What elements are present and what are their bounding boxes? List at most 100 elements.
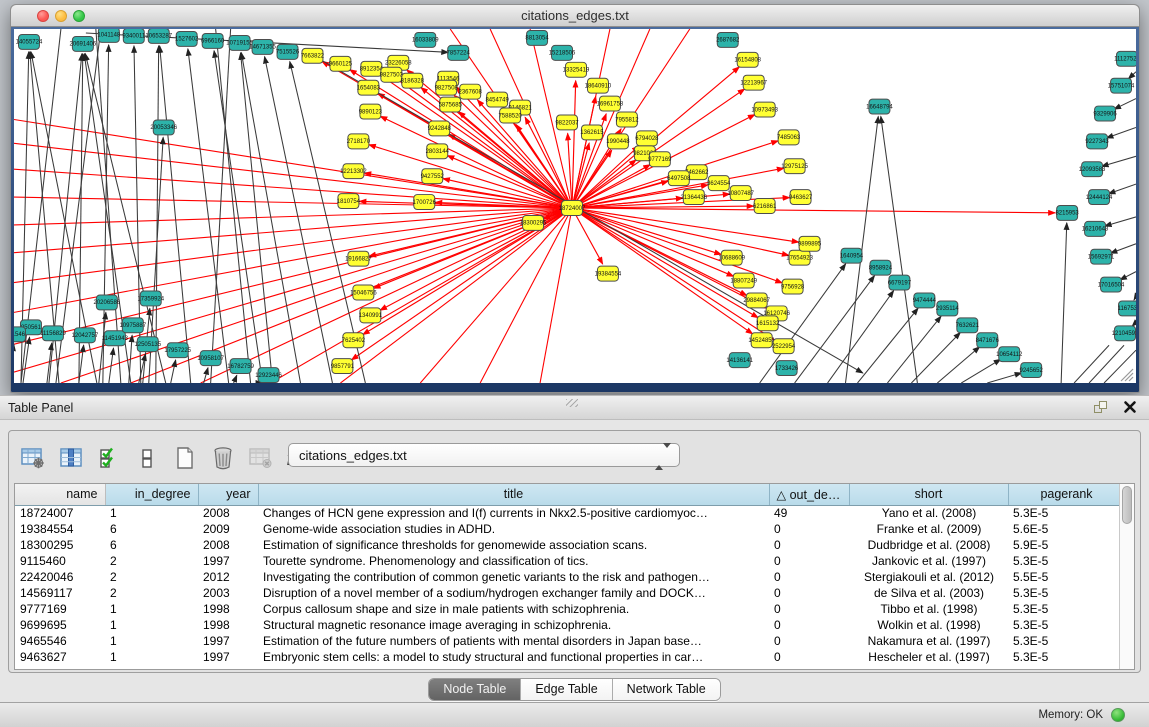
table-cell[interactable]: 1 bbox=[105, 601, 198, 617]
citation-edge-red[interactable] bbox=[14, 208, 572, 372]
graph-node[interactable]: 7515526 bbox=[276, 44, 300, 59]
table-cell[interactable]: 1 bbox=[105, 505, 198, 521]
citation-edge-black[interactable] bbox=[961, 359, 1000, 383]
tab-node-table[interactable]: Node Table bbox=[429, 679, 521, 700]
graph-node[interactable]: 6497508 bbox=[667, 171, 691, 186]
column-header-pagerank[interactable]: pagerank bbox=[1008, 484, 1125, 505]
graph-node[interactable]: 2718170 bbox=[347, 134, 371, 149]
table-cell[interactable]: 5.3E-5 bbox=[1008, 633, 1125, 649]
citation-edge-black[interactable] bbox=[1106, 127, 1136, 138]
graph-node[interactable]: 8454749 bbox=[485, 92, 509, 107]
graph-node[interactable]: 1733426 bbox=[775, 361, 799, 376]
table-panel-header[interactable]: Table Panel bbox=[0, 395, 1149, 420]
citation-edge-black[interactable] bbox=[987, 373, 1021, 383]
table-cell[interactable]: 2003 bbox=[198, 585, 258, 601]
tab-edge-table[interactable]: Edge Table bbox=[521, 679, 612, 700]
citation-edge-black[interactable] bbox=[234, 375, 237, 383]
scrollbar-thumb[interactable] bbox=[1122, 486, 1132, 524]
table-cell[interactable]: 5.3E-5 bbox=[1008, 601, 1125, 617]
table-cell[interactable]: 1 bbox=[105, 649, 198, 665]
table-cell[interactable]: Dudbridge et al. (2008) bbox=[849, 537, 1008, 553]
graph-node[interactable]: 29884067 bbox=[743, 293, 770, 308]
citation-edge-black[interactable] bbox=[1114, 99, 1136, 110]
table-cell[interactable]: 14569117 bbox=[15, 585, 105, 601]
citation-edge-red[interactable] bbox=[572, 81, 576, 208]
graph-node[interactable]: 12213302 bbox=[340, 164, 367, 179]
graph-node[interactable]: 14671355 bbox=[249, 39, 276, 54]
table-cell[interactable]: 18300295 bbox=[15, 537, 105, 553]
graph-node[interactable]: 9660125 bbox=[329, 56, 353, 71]
table-cell[interactable]: 1997 bbox=[198, 633, 258, 649]
graph-node[interactable]: 2687682 bbox=[716, 32, 740, 47]
table-cell[interactable]: 18724007 bbox=[15, 505, 105, 521]
graph-node[interactable]: 9899895 bbox=[798, 236, 822, 251]
graph-node[interactable]: 12505135 bbox=[134, 337, 161, 352]
select-column-icon[interactable] bbox=[57, 445, 84, 472]
graph-node[interactable]: 8813054 bbox=[525, 30, 549, 45]
tab-network-table[interactable]: Network Table bbox=[613, 679, 720, 700]
graph-node[interactable]: 7955812 bbox=[615, 112, 639, 127]
table-cell[interactable]: Changes of HCN gene expression and I(f) … bbox=[258, 505, 769, 521]
graph-node[interactable]: 12093583 bbox=[1079, 162, 1106, 177]
table-cell[interactable]: Wolkin et al. (1998) bbox=[849, 617, 1008, 633]
table-row[interactable]: 1830029562008Estimation of significance … bbox=[15, 537, 1125, 553]
table-cell[interactable]: 1 bbox=[105, 617, 198, 633]
table-cell[interactable]: 2009 bbox=[198, 521, 258, 537]
delete-table-icon[interactable] bbox=[247, 445, 274, 472]
table-cell[interactable]: 5.3E-5 bbox=[1008, 649, 1125, 665]
table-selector-dropdown[interactable]: citations_edges.txt bbox=[288, 443, 680, 467]
table-cell[interactable]: 1997 bbox=[198, 649, 258, 665]
citation-edge-black[interactable] bbox=[1102, 156, 1136, 166]
float-panel-icon[interactable] bbox=[1094, 401, 1109, 415]
graph-node[interactable]: 391546 bbox=[14, 327, 26, 342]
table-cell[interactable]: 1998 bbox=[198, 601, 258, 617]
graph-node[interactable]: 1041148 bbox=[97, 29, 121, 42]
table-row[interactable]: 1456911722003Disruption of a novel membe… bbox=[15, 585, 1125, 601]
table-cell[interactable]: 0 bbox=[769, 649, 849, 665]
citation-edge-red[interactable] bbox=[516, 125, 572, 208]
graph-node[interactable]: 16210643 bbox=[1082, 221, 1109, 236]
graph-node[interactable]: 5875685 bbox=[439, 97, 463, 112]
table-cell[interactable]: Jankovic et al. (1997) bbox=[849, 553, 1008, 569]
graph-node[interactable]: 12444124 bbox=[1086, 190, 1113, 205]
table-cell[interactable]: 1997 bbox=[198, 553, 258, 569]
citation-edge-black[interactable] bbox=[1105, 217, 1136, 226]
graph-node[interactable]: 16033809 bbox=[412, 32, 439, 47]
graph-node[interactable]: 7625402 bbox=[342, 333, 366, 348]
graph-node[interactable]: 8958924 bbox=[869, 260, 893, 275]
graph-node[interactable]: 7588520 bbox=[498, 108, 522, 123]
table-cell[interactable]: Disruption of a novel member of a sodium… bbox=[258, 585, 769, 601]
citation-edge-black[interactable] bbox=[828, 291, 894, 383]
graph-node[interactable]: 2522954 bbox=[772, 339, 796, 354]
table-cell[interactable]: 5.3E-5 bbox=[1008, 617, 1125, 633]
graph-node[interactable]: 1362615 bbox=[580, 125, 604, 140]
citation-graph[interactable]: 1405572420691406104114893400111065328715… bbox=[14, 29, 1136, 383]
table-row[interactable]: 977716911998Corpus callosum shape and si… bbox=[15, 601, 1125, 617]
graph-node[interactable]: 12042757 bbox=[72, 328, 99, 343]
table-cell[interactable]: 0 bbox=[769, 553, 849, 569]
deselect-all-icon[interactable] bbox=[133, 445, 160, 472]
citation-edge-black[interactable] bbox=[1120, 272, 1136, 280]
citation-edge-red[interactable] bbox=[380, 116, 572, 208]
column-header-name[interactable]: name bbox=[15, 484, 105, 505]
table-cell[interactable]: 9699695 bbox=[15, 617, 105, 633]
graph-node[interactable]: 20691406 bbox=[70, 36, 97, 51]
table-cell[interactable]: 5.3E-5 bbox=[1008, 553, 1125, 569]
table-cell[interactable]: Corpus callosum shape and size in male p… bbox=[258, 601, 769, 617]
table-header-row[interactable]: namein_degreeyeartitle△ out_de…shortpage… bbox=[15, 484, 1125, 505]
column-header-title[interactable]: title bbox=[258, 484, 769, 505]
citation-edge-black[interactable] bbox=[214, 51, 262, 383]
graph-node[interactable]: 2803144 bbox=[426, 144, 450, 159]
graph-node[interactable]: 10654112 bbox=[996, 347, 1023, 362]
graph-node[interactable]: 1810754 bbox=[337, 194, 361, 209]
new-table-icon[interactable] bbox=[171, 445, 198, 472]
citation-edge-black[interactable] bbox=[937, 347, 979, 383]
graph-node[interactable]: 10807487 bbox=[727, 186, 754, 201]
table-cell[interactable]: Embryonic stem cells: a model to study s… bbox=[258, 649, 769, 665]
citation-edge-black[interactable] bbox=[1061, 223, 1067, 383]
table-cell[interactable]: 0 bbox=[769, 617, 849, 633]
table-cell[interactable]: 9463627 bbox=[15, 649, 105, 665]
graph-node[interactable]: 10958107 bbox=[197, 351, 224, 366]
citation-edge-red[interactable] bbox=[14, 208, 572, 225]
citation-edge-black[interactable] bbox=[171, 360, 176, 383]
